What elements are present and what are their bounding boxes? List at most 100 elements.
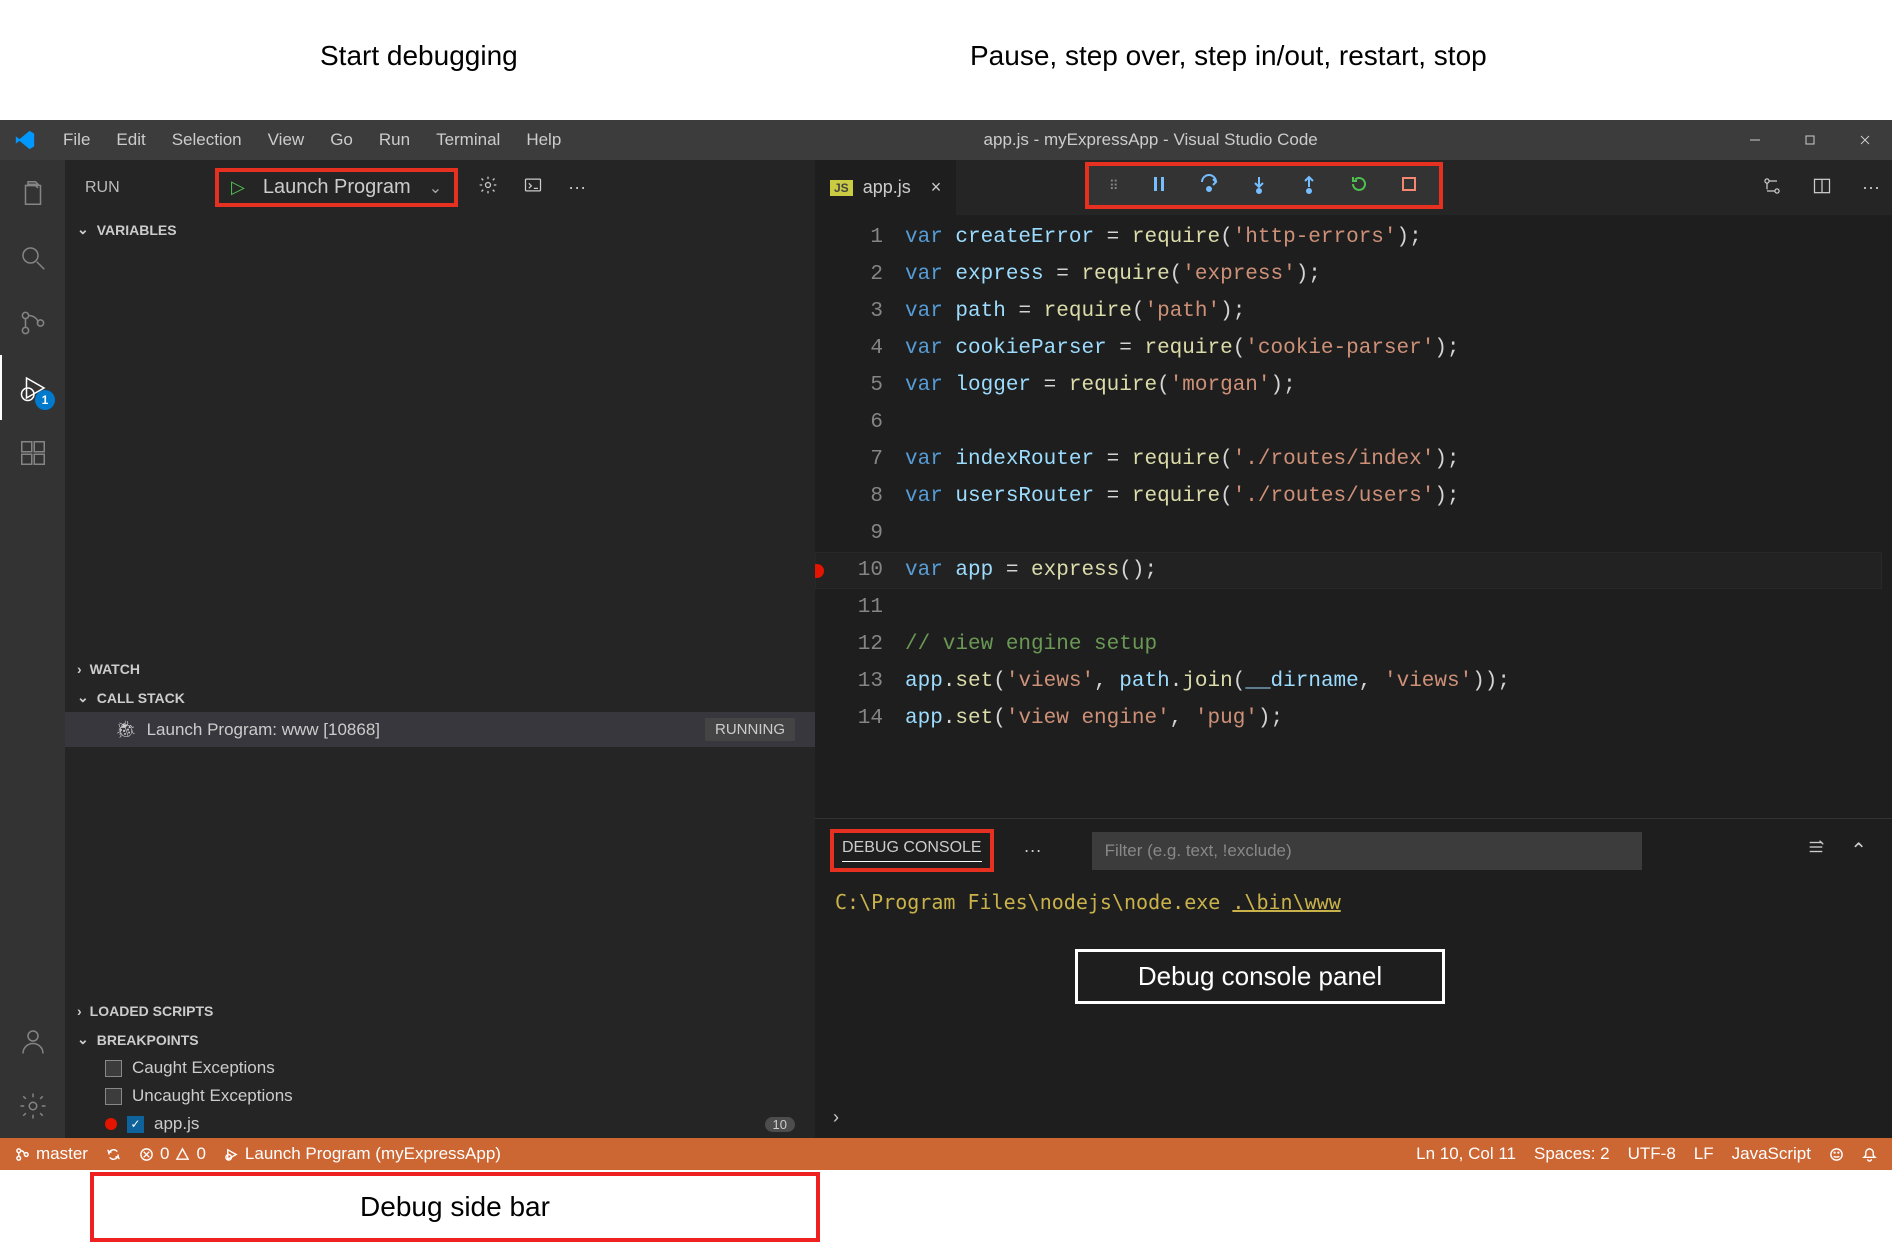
close-button[interactable] xyxy=(1837,120,1892,160)
code-line[interactable]: var logger = require('morgan'); xyxy=(905,367,1510,404)
panel-tab-debug-console[interactable]: DEBUG CONSOLE xyxy=(830,829,994,872)
menu-edit[interactable]: Edit xyxy=(103,130,158,150)
step-over-button[interactable] xyxy=(1199,174,1219,197)
watch-section-header[interactable]: › WATCH xyxy=(65,655,815,683)
status-cursor-position[interactable]: Ln 10, Col 11 xyxy=(1416,1144,1516,1164)
pause-button[interactable] xyxy=(1149,174,1169,197)
code-line[interactable]: var path = require('path'); xyxy=(905,293,1510,330)
line-gutter: 1234567891011121314 xyxy=(815,215,905,818)
close-icon[interactable]: × xyxy=(931,177,942,198)
more-icon[interactable]: ··· xyxy=(1014,840,1052,861)
debug-badge: 1 xyxy=(35,390,55,410)
js-icon: JS xyxy=(830,180,853,196)
code-line[interactable] xyxy=(905,515,1510,552)
code-line[interactable]: // view engine setup xyxy=(905,626,1510,663)
activitybar-explorer-icon[interactable] xyxy=(0,160,65,225)
editor-area: JS app.js × ⠿ xyxy=(815,160,1892,1138)
chevron-down-icon: ⌄ xyxy=(77,1031,89,1048)
chevron-right-icon: › xyxy=(77,1003,82,1019)
split-editor-icon[interactable] xyxy=(1812,176,1832,199)
status-encoding[interactable]: UTF-8 xyxy=(1628,1144,1676,1164)
panel: DEBUG CONSOLE ··· ⌃ C:\Program Files\nod… xyxy=(815,818,1892,1138)
code-line[interactable]: app.set('view engine', 'pug'); xyxy=(905,700,1510,737)
status-eol[interactable]: LF xyxy=(1694,1144,1714,1164)
menu-terminal[interactable]: Terminal xyxy=(423,130,513,150)
status-problems[interactable]: 0 0 xyxy=(139,1144,206,1164)
status-branch[interactable]: master xyxy=(15,1144,88,1164)
launch-config-label: Launch Program xyxy=(263,176,411,199)
checkbox-unchecked[interactable] xyxy=(105,1088,122,1105)
chevron-right-icon[interactable]: › xyxy=(833,1107,839,1128)
stop-button[interactable] xyxy=(1399,174,1419,197)
code-line[interactable]: var usersRouter = require('./routes/user… xyxy=(905,478,1510,515)
menu-selection[interactable]: Selection xyxy=(159,130,255,150)
current-line-highlight xyxy=(815,552,1882,589)
debug-sidebar: RUN ▷ Launch Program ⌄ ··· ⌄ VARIABLES xyxy=(65,160,815,1138)
clear-icon[interactable] xyxy=(1807,838,1825,863)
status-language[interactable]: JavaScript xyxy=(1732,1144,1811,1164)
code-line[interactable]: var cookieParser = require('cookie-parse… xyxy=(905,330,1510,367)
step-into-button[interactable] xyxy=(1249,174,1269,197)
restart-button[interactable] xyxy=(1349,174,1369,197)
activitybar-settings-icon[interactable] xyxy=(0,1073,65,1138)
status-bell-icon[interactable] xyxy=(1862,1147,1877,1162)
status-indentation[interactable]: Spaces: 2 xyxy=(1534,1144,1610,1164)
callstack-section-header[interactable]: ⌄ CALL STACK xyxy=(65,683,815,712)
panel-filter-input[interactable] xyxy=(1092,832,1642,870)
status-bar: master 0 0 Launch Program (myExpressApp)… xyxy=(0,1138,1892,1170)
status-debug-config[interactable]: Launch Program (myExpressApp) xyxy=(224,1144,501,1164)
breakpoints-section-header[interactable]: ⌄ BREAKPOINTS xyxy=(65,1025,815,1054)
minimize-button[interactable] xyxy=(1727,120,1782,160)
window-title: app.js - myExpressApp - Visual Studio Co… xyxy=(574,130,1727,150)
menu-help[interactable]: Help xyxy=(513,130,574,150)
breakpoint-dot-icon[interactable] xyxy=(815,564,824,578)
sidebar-title: RUN xyxy=(85,179,215,197)
menu-run[interactable]: Run xyxy=(366,130,423,150)
bug-icon: 🐞︎ xyxy=(115,720,137,740)
activitybar-scm-icon[interactable] xyxy=(0,290,65,355)
gear-icon[interactable] xyxy=(478,175,498,200)
status-sync[interactable] xyxy=(106,1147,121,1162)
menu-go[interactable]: Go xyxy=(317,130,366,150)
debug-toolbar[interactable]: ⠿ xyxy=(1085,162,1443,209)
breakpoint-file[interactable]: ✓ app.js 10 xyxy=(65,1110,815,1138)
breakpoint-count: 10 xyxy=(765,1117,795,1132)
more-icon[interactable]: ··· xyxy=(1862,177,1880,198)
activitybar-search-icon[interactable] xyxy=(0,225,65,290)
checkbox-checked[interactable]: ✓ xyxy=(127,1116,144,1133)
menu-view[interactable]: View xyxy=(255,130,318,150)
code-line[interactable]: var createError = require('http-errors')… xyxy=(905,219,1510,256)
breakpoint-caught-exceptions[interactable]: Caught Exceptions xyxy=(65,1054,815,1082)
compare-icon[interactable] xyxy=(1762,176,1782,199)
callstack-item[interactable]: 🐞︎ Launch Program: www [10868] RUNNING xyxy=(65,712,815,747)
play-icon: ▷ xyxy=(231,177,245,198)
annotation-debug-sidebar: Debug side bar xyxy=(360,1191,550,1223)
checkbox-unchecked[interactable] xyxy=(105,1060,122,1077)
code-line[interactable]: var express = require('express'); xyxy=(905,256,1510,293)
step-out-button[interactable] xyxy=(1299,174,1319,197)
chevron-up-icon[interactable]: ⌃ xyxy=(1850,838,1867,863)
tab-appjs[interactable]: JS app.js × xyxy=(815,160,956,215)
activitybar-debug-icon[interactable]: 1 xyxy=(0,355,65,420)
tabs-row: JS app.js × ⠿ xyxy=(815,160,1892,215)
code-line[interactable] xyxy=(905,404,1510,441)
code-editor[interactable]: 1234567891011121314 var createError = re… xyxy=(815,215,1892,818)
code-line[interactable]: app.set('views', path.join(__dirname, 'v… xyxy=(905,663,1510,700)
grip-icon[interactable]: ⠿ xyxy=(1109,178,1119,194)
loaded-scripts-section-header[interactable]: › LOADED SCRIPTS xyxy=(65,997,815,1025)
status-feedback-icon[interactable] xyxy=(1829,1147,1844,1162)
activitybar-extensions-icon[interactable] xyxy=(0,420,65,485)
annotation-debug-controls: Pause, step over, step in/out, restart, … xyxy=(970,40,1487,72)
more-icon[interactable]: ··· xyxy=(568,177,586,198)
activitybar-accounts-icon[interactable] xyxy=(0,1008,65,1073)
launch-config-dropdown[interactable]: ▷ Launch Program ⌄ xyxy=(215,168,458,207)
code-line[interactable] xyxy=(905,589,1510,626)
menu-file[interactable]: File xyxy=(50,130,103,150)
debug-console-output: C:\Program Files\nodejs\node.exe .\bin\w… xyxy=(815,882,1892,922)
variables-section-header[interactable]: ⌄ VARIABLES xyxy=(65,215,815,244)
maximize-button[interactable] xyxy=(1782,120,1837,160)
debug-console-icon[interactable] xyxy=(523,175,543,200)
vscode-logo-icon xyxy=(0,129,50,151)
breakpoint-uncaught-exceptions[interactable]: Uncaught Exceptions xyxy=(65,1082,815,1110)
code-line[interactable]: var indexRouter = require('./routes/inde… xyxy=(905,441,1510,478)
